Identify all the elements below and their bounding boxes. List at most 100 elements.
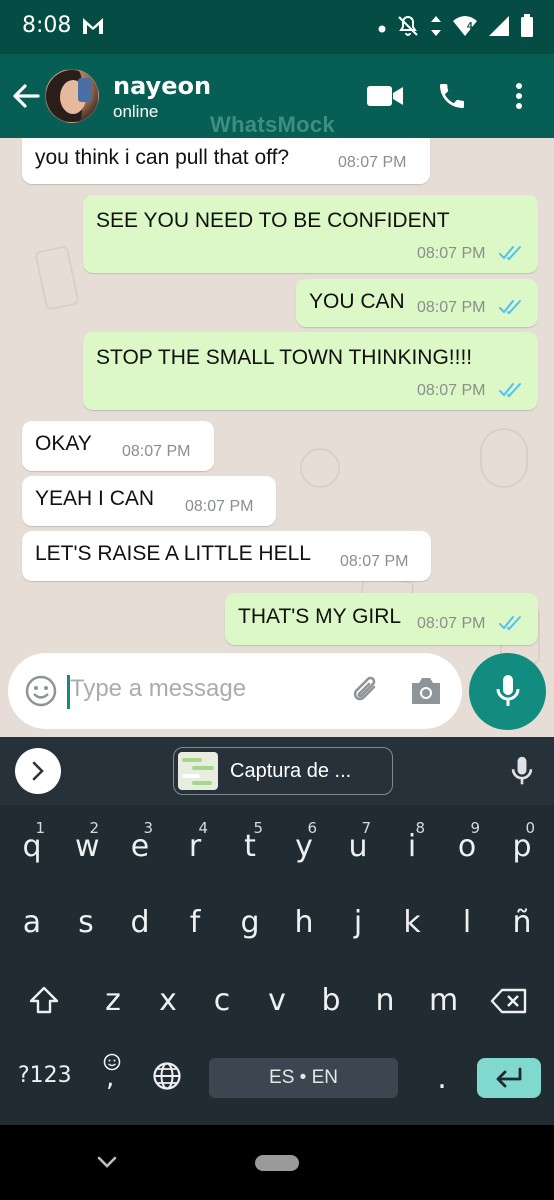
key-4[interactable]: b — [319, 983, 343, 1018]
read-ticks-icon — [499, 616, 521, 631]
dot-icon — [378, 20, 386, 38]
enter-key[interactable] — [477, 1058, 541, 1098]
key-number-hint: 5 — [253, 819, 263, 837]
contact-status: online — [113, 102, 159, 121]
muted-bell-icon — [396, 14, 420, 43]
key-7[interactable]: i8 — [401, 819, 425, 864]
key-5[interactable]: y6 — [293, 819, 317, 864]
key-number-hint: 6 — [307, 819, 317, 837]
period-key[interactable]: . — [436, 1061, 448, 1096]
more-options-icon[interactable] — [512, 82, 526, 115]
key-8[interactable]: o9 — [456, 819, 480, 864]
watermark: WhatsMock — [210, 112, 335, 137]
key-number-hint: 9 — [470, 819, 480, 837]
key-8[interactable]: l — [456, 905, 478, 940]
camera-icon[interactable] — [408, 675, 444, 712]
key-number-hint: 3 — [143, 819, 153, 837]
key-number-hint: 0 — [525, 819, 535, 837]
key-4[interactable]: g — [239, 905, 261, 940]
message-bubble-outgoing[interactable]: THAT'S MY GIRL 08:07 PM — [225, 593, 538, 645]
message-input-box[interactable]: Type a message — [8, 653, 462, 729]
attach-icon[interactable] — [348, 673, 384, 714]
chevron-right-icon — [32, 761, 44, 781]
key-0[interactable]: q1 — [21, 819, 45, 864]
message-time: 08:07 PM — [122, 443, 191, 460]
wallpaper-doodle — [480, 428, 528, 488]
clipboard-suggestion[interactable]: Captura de ... — [173, 747, 393, 795]
keyboard-toolbar: Captura de ... — [0, 737, 554, 805]
phone-call-icon[interactable] — [436, 80, 468, 117]
message-bubble-incoming[interactable]: YEAH I CAN 08:07 PM — [22, 476, 276, 526]
key-2[interactable]: d — [129, 905, 151, 940]
shift-key[interactable] — [28, 985, 60, 1023]
comma-label: , — [106, 1063, 115, 1093]
key-0[interactable]: a — [21, 905, 43, 940]
symbols-key[interactable]: ?123 — [18, 1063, 72, 1088]
message-bubble-incoming[interactable]: OKAY 08:07 PM — [22, 421, 214, 471]
message-bubble-outgoing[interactable]: SEE YOU NEED TO BE CONFIDENT 08:07 PM — [83, 195, 538, 273]
voice-record-button[interactable] — [469, 653, 546, 730]
message-bubble-incoming[interactable]: LET'S RAISE A LITTLE HELL 08:07 PM — [22, 531, 431, 581]
key-6[interactable]: j — [347, 905, 369, 940]
system-nav-bar — [0, 1125, 554, 1200]
key-0[interactable]: z — [101, 983, 125, 1018]
key-6[interactable]: u7 — [347, 819, 371, 864]
message-bubble-incoming[interactable]: you think i can pull that off? 08:07 PM — [22, 138, 430, 184]
hide-keyboard-chevron-icon[interactable] — [96, 1155, 118, 1174]
voice-typing-icon[interactable] — [508, 755, 536, 792]
message-text: SEE YOU NEED TO BE CONFIDENT — [96, 209, 450, 232]
cell-signal-icon — [488, 15, 510, 42]
wallpaper-doodle — [34, 245, 80, 311]
key-1[interactable]: s — [75, 905, 97, 940]
gmail-notification-icon — [82, 16, 104, 41]
key-number-hint: 4 — [198, 819, 208, 837]
avatar[interactable] — [45, 69, 99, 123]
key-4[interactable]: t5 — [239, 819, 263, 864]
key-9[interactable]: ñ — [511, 905, 533, 940]
message-time: 08:07 PM — [417, 382, 486, 399]
message-text: LET'S RAISE A LITTLE HELL — [35, 542, 311, 565]
home-pill[interactable] — [255, 1155, 299, 1171]
key-7[interactable]: k — [401, 905, 423, 940]
key-3[interactable]: v — [265, 983, 289, 1018]
chat-area[interactable]: you think i can pull that off? 08:07 PM … — [0, 138, 554, 736]
key-3[interactable]: f — [184, 905, 206, 940]
language-key[interactable] — [152, 1061, 182, 1099]
message-text: OKAY — [35, 432, 92, 455]
emoji-icon[interactable] — [24, 674, 58, 713]
video-call-icon[interactable] — [366, 84, 404, 113]
key-3[interactable]: r4 — [184, 819, 208, 864]
key-1[interactable]: x — [156, 983, 180, 1018]
back-arrow-icon[interactable] — [10, 80, 42, 112]
key-2[interactable]: e3 — [129, 819, 153, 864]
backspace-icon — [490, 988, 527, 1014]
keyboard: q1w2e3r4t5y6u7i8o9p0 asdfghjklñ zxcvbnm … — [0, 805, 554, 1125]
message-time: 08:07 PM — [338, 154, 407, 171]
message-input[interactable]: Type a message — [70, 675, 246, 703]
key-number-hint: 2 — [89, 819, 99, 837]
key-9[interactable]: p0 — [511, 819, 535, 864]
expand-toolbar-button[interactable] — [15, 748, 61, 794]
status-time: 8:08 — [22, 13, 72, 38]
battery-icon — [520, 14, 534, 43]
status-icons: 4 — [378, 14, 534, 43]
key-1[interactable]: w2 — [75, 819, 100, 864]
message-time: 08:07 PM — [185, 498, 254, 515]
wallpaper-doodle — [300, 448, 340, 488]
key-5[interactable]: h — [293, 905, 315, 940]
wifi-icon: 4 — [452, 15, 478, 42]
shift-icon — [29, 986, 59, 1014]
message-time: 08:07 PM — [417, 615, 486, 632]
message-bubble-outgoing[interactable]: STOP THE SMALL TOWN THINKING!!!! 08:07 P… — [83, 332, 538, 410]
key-6[interactable]: m — [429, 983, 458, 1018]
space-bar[interactable]: ES • EN — [209, 1058, 398, 1098]
contact-name[interactable]: nayeon — [113, 72, 211, 100]
key-2[interactable]: c — [210, 983, 234, 1018]
message-text: STOP THE SMALL TOWN THINKING!!!! — [96, 346, 473, 369]
backspace-key[interactable] — [490, 987, 528, 1022]
message-time: 08:07 PM — [417, 299, 486, 316]
read-ticks-icon — [499, 300, 521, 315]
key-number-hint: 1 — [35, 819, 45, 837]
message-bubble-outgoing[interactable]: YOU CAN 08:07 PM — [296, 279, 538, 327]
key-5[interactable]: n — [373, 983, 397, 1018]
